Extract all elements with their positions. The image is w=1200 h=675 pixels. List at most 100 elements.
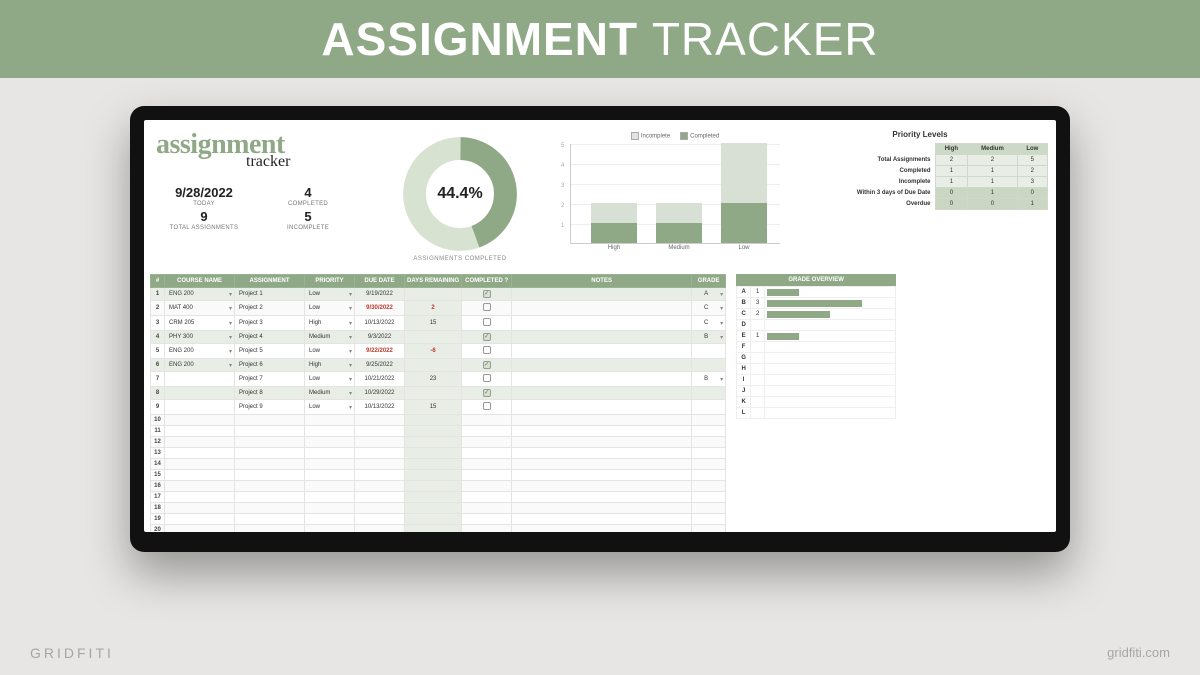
- col-header[interactable]: DAYS REMAINING: [405, 275, 462, 288]
- bar-group: [591, 203, 637, 243]
- table-row[interactable]: 3CRM 205▾Project 3High▾10/13/202215C▾: [151, 316, 726, 331]
- footer-url: gridfiti.com: [1107, 645, 1170, 660]
- table-row[interactable]: 1ENG 200▾Project 1Low▾9/19/2022✓A▾: [151, 288, 726, 301]
- overview-table: A1B3C2DE1FGHIJKL: [736, 286, 896, 419]
- checkbox-icon[interactable]: ✓: [483, 389, 491, 397]
- dropdown-icon[interactable]: ▾: [349, 291, 352, 298]
- table-row[interactable]: 4PHY 300▾Project 4Medium▾9/3/2022✓B▾: [151, 331, 726, 344]
- main-area: #COURSE NAMEASSIGNMENTPRIORITYDUE DATEDA…: [144, 270, 1056, 532]
- donut-chart: 44.4% ASSIGNMENTS COMPLETED: [360, 126, 560, 270]
- table-row[interactable]: 8Project 8Medium▾10/29/2022✓: [151, 387, 726, 400]
- assignments-table[interactable]: #COURSE NAMEASSIGNMENTPRIORITYDUE DATEDA…: [150, 274, 726, 532]
- overview-row: L: [737, 408, 896, 419]
- table-row[interactable]: 12: [151, 437, 726, 448]
- dropdown-icon[interactable]: ▾: [349, 376, 352, 383]
- table-row[interactable]: 17: [151, 492, 726, 503]
- dropdown-icon[interactable]: ▾: [349, 334, 352, 341]
- summary-stats: 9/28/2022 TODAY 4 COMPLETED 9 TOTAL ASSI…: [156, 185, 356, 231]
- overview-row: F: [737, 342, 896, 353]
- checkbox-icon[interactable]: [483, 318, 491, 326]
- banner-thin: TRACKER: [652, 13, 879, 65]
- legend-incomplete: Incomplete: [631, 132, 670, 140]
- table-row[interactable]: 16: [151, 481, 726, 492]
- monitor: assignment tracker 9/28/2022 TODAY 4 COM…: [130, 106, 1070, 552]
- priority-panel: Priority Levels HighMediumLowTotal Assig…: [790, 126, 1050, 270]
- logo-and-stats: assignment tracker 9/28/2022 TODAY 4 COM…: [150, 126, 360, 270]
- table-row[interactable]: 10: [151, 415, 726, 426]
- table-row[interactable]: 5ENG 200▾Project 5Low▾9/22/2022-6: [151, 344, 726, 359]
- dropdown-icon[interactable]: ▾: [720, 305, 723, 312]
- table-row[interactable]: 15: [151, 470, 726, 481]
- table-row[interactable]: 18: [151, 503, 726, 514]
- checkbox-icon[interactable]: ✓: [483, 361, 491, 369]
- col-header[interactable]: COMPLETED ?: [462, 275, 512, 288]
- col-header[interactable]: GRADE: [692, 275, 726, 288]
- col-header[interactable]: COURSE NAME: [165, 275, 235, 288]
- col-header[interactable]: DUE DATE: [355, 275, 405, 288]
- table-row[interactable]: 13: [151, 448, 726, 459]
- grade-bar: [767, 311, 830, 318]
- dropdown-icon[interactable]: ▾: [349, 362, 352, 369]
- dropdown-icon[interactable]: ▾: [720, 376, 723, 383]
- overview-row: J: [737, 386, 896, 397]
- checkbox-icon[interactable]: [483, 346, 491, 354]
- dropdown-icon[interactable]: ▾: [229, 291, 232, 298]
- dropdown-icon[interactable]: ▾: [349, 305, 352, 312]
- table-row[interactable]: 2MAT 400▾Project 2Low▾9/30/20222C▾: [151, 301, 726, 316]
- legend-completed: Completed: [680, 132, 719, 140]
- checkbox-icon[interactable]: [483, 303, 491, 311]
- stat-completed: 4 COMPLETED: [260, 185, 356, 207]
- donut-percent: 44.4%: [400, 134, 520, 254]
- stage: assignment tracker 9/28/2022 TODAY 4 COM…: [0, 78, 1200, 630]
- grade-bar: [767, 300, 862, 307]
- table-row[interactable]: 7Project 7Low▾10/21/202223B▾: [151, 372, 726, 387]
- banner-title: ASSIGNMENT TRACKER: [321, 12, 878, 66]
- dashboard-top: assignment tracker 9/28/2022 TODAY 4 COM…: [144, 120, 1056, 270]
- logo-script: tracker: [246, 153, 356, 171]
- dropdown-icon[interactable]: ▾: [349, 404, 352, 411]
- checkbox-icon[interactable]: ✓: [483, 290, 491, 298]
- spreadsheet-screen: assignment tracker 9/28/2022 TODAY 4 COM…: [144, 120, 1056, 532]
- stat-today: 9/28/2022 TODAY: [156, 185, 252, 207]
- col-header[interactable]: PRIORITY: [305, 275, 355, 288]
- barplot: 12345HighMediumLow: [570, 144, 780, 244]
- page-banner: ASSIGNMENT TRACKER: [0, 0, 1200, 78]
- dropdown-icon[interactable]: ▾: [229, 348, 232, 355]
- overview-row: I: [737, 375, 896, 386]
- overview-row: E1: [737, 331, 896, 342]
- dropdown-icon[interactable]: ▾: [720, 291, 723, 298]
- col-header[interactable]: NOTES: [512, 275, 692, 288]
- table-row[interactable]: 14: [151, 459, 726, 470]
- dropdown-icon[interactable]: ▾: [349, 390, 352, 397]
- banner-bold: ASSIGNMENT: [321, 13, 638, 65]
- grade-bar: [767, 333, 799, 340]
- dropdown-icon[interactable]: ▾: [229, 334, 232, 341]
- footer-brand: GRIDFITI: [30, 645, 114, 661]
- table-row[interactable]: 9Project 9Low▾10/13/202215: [151, 400, 726, 415]
- col-header[interactable]: ASSIGNMENT: [235, 275, 305, 288]
- overview-row: H: [737, 364, 896, 375]
- checkbox-icon[interactable]: [483, 402, 491, 410]
- priority-title: Priority Levels: [792, 130, 1048, 139]
- dropdown-icon[interactable]: ▾: [720, 334, 723, 341]
- dropdown-icon[interactable]: ▾: [229, 362, 232, 369]
- dropdown-icon[interactable]: ▾: [229, 305, 232, 312]
- table-row[interactable]: 6ENG 200▾Project 6High▾9/25/2022✓: [151, 359, 726, 372]
- table-row[interactable]: 19: [151, 514, 726, 525]
- table-row[interactable]: 20: [151, 525, 726, 533]
- dropdown-icon[interactable]: ▾: [349, 348, 352, 355]
- overview-row: G: [737, 353, 896, 364]
- stat-incomplete: 5 INCOMPLETE: [260, 209, 356, 231]
- overview-row: K: [737, 397, 896, 408]
- overview-row: A1: [737, 287, 896, 298]
- overview-row: C2: [737, 309, 896, 320]
- table-row[interactable]: 11: [151, 426, 726, 437]
- priority-table: HighMediumLowTotal Assignments225Complet…: [792, 143, 1048, 210]
- checkbox-icon[interactable]: [483, 374, 491, 382]
- dropdown-icon[interactable]: ▾: [720, 320, 723, 327]
- dropdown-icon[interactable]: ▾: [229, 320, 232, 327]
- checkbox-icon[interactable]: ✓: [483, 333, 491, 341]
- col-header[interactable]: #: [151, 275, 165, 288]
- dropdown-icon[interactable]: ▾: [349, 320, 352, 327]
- bar-legend: Incomplete Completed: [631, 132, 719, 140]
